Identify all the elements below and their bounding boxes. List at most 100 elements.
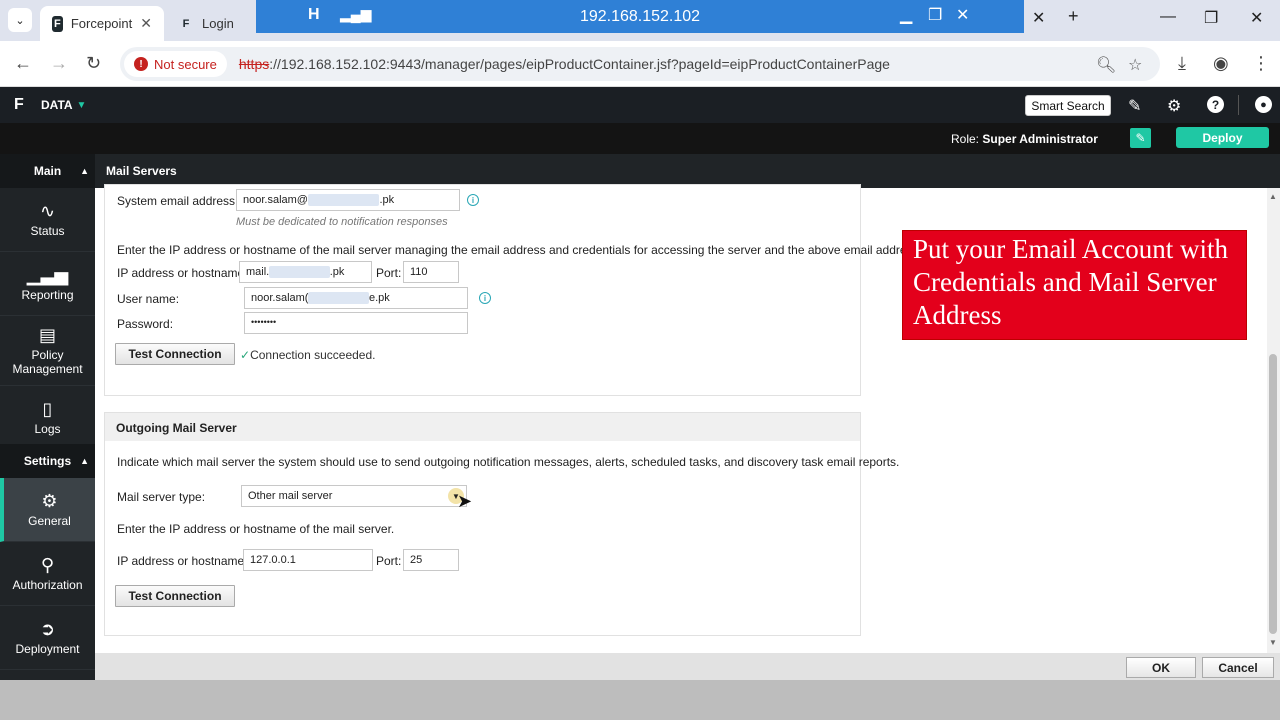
forward-icon[interactable]: →	[50, 53, 68, 74]
sidebar-section-settings[interactable]: Settings ▲	[0, 444, 95, 478]
server-type-select[interactable]: Other mail server ▼	[241, 485, 467, 507]
host-suffix: .pk	[329, 266, 345, 278]
deploy-button[interactable]: Deploy	[1176, 127, 1269, 148]
scroll-down-icon[interactable]: ▼	[1269, 638, 1277, 647]
sidebar-item-status[interactable]: ∿ Status	[0, 188, 95, 252]
sidebar: Main ▲ ∿ Status ▁▃▅ Reporting ▤ Policy Manag…	[0, 154, 95, 680]
outgoing-hint: Enter the IP address or hostname of the …	[117, 522, 395, 536]
email-prefix: noor.salam@	[243, 194, 308, 206]
back-icon[interactable]: ←	[14, 53, 32, 74]
clipboard-icon: ▯	[42, 399, 53, 419]
close-tab-icon[interactable]: ✕	[140, 15, 152, 32]
host-prefix: mail.	[246, 266, 270, 278]
minimize-window-icon[interactable]: —	[1160, 8, 1176, 26]
ok-button[interactable]: OK	[1126, 657, 1196, 678]
warning-icon: !	[134, 57, 148, 71]
outgoing-mail-panel: Outgoing Mail Server Indicate which mail…	[104, 412, 899, 636]
info-icon[interactable]: i	[479, 292, 491, 304]
profile-icon[interactable]: ◉	[1213, 53, 1229, 74]
tools-icon[interactable]: ✎	[1128, 96, 1141, 116]
tab-label: Login	[202, 16, 234, 31]
arrow-circle-icon: ➲	[39, 619, 56, 639]
gear-icon[interactable]: ⚙	[1167, 96, 1181, 116]
redacted-region: xxxxxxxxxxx	[308, 292, 369, 304]
pin-icon[interactable]: H	[308, 6, 320, 24]
connection-status: ✓Connection succeeded.	[240, 348, 375, 362]
outgoing-port-field[interactable]: 25	[403, 549, 459, 571]
reload-icon[interactable]: ↻	[86, 53, 101, 74]
address-bar[interactable]: ! Not secure https://192.168.152.102:944…	[120, 47, 1160, 81]
incoming-instructions: Enter the IP address or hostname of the …	[117, 243, 922, 257]
browser-tab-strip: ⌄ F Forcepoint ✕ F Login H ▂▄▆ 192.168.1…	[0, 0, 1280, 41]
restore-remote-icon[interactable]: ❐	[928, 5, 942, 25]
email-field[interactable]: noor.salam@xxxxxxxxxxxxx.pk	[236, 189, 460, 211]
divider	[1238, 95, 1239, 115]
outgoing-host-field[interactable]: 127.0.0.1	[243, 549, 373, 571]
module-switcher[interactable]: DATA ▼	[41, 98, 86, 112]
download-icon[interactable]: ⤓	[1178, 53, 1186, 74]
menu-icon[interactable]: ⋮	[1252, 53, 1270, 74]
tab-forcepoint[interactable]: F Forcepoint ✕	[40, 6, 164, 41]
sidebar-item-general[interactable]: ⚙ General	[0, 478, 95, 542]
zoom-icon[interactable]: 🔍︎	[1096, 55, 1116, 75]
chevron-up-icon: ▲	[80, 456, 89, 466]
help-icon[interactable]: ?	[1207, 96, 1224, 113]
sidebar-item-label: Deployment	[15, 642, 80, 656]
maximize-window-icon[interactable]: ❐	[1204, 8, 1218, 28]
new-tab-icon[interactable]: +	[1068, 6, 1079, 27]
close-tab-icon[interactable]: ✕	[1032, 8, 1045, 28]
username-field[interactable]: noor.salam(xxxxxxxxxxxe.pk	[244, 287, 468, 309]
url-protocol: https	[238, 56, 270, 72]
scroll-up-icon[interactable]: ▲	[1269, 192, 1277, 201]
incoming-mail-panel: System email address: noor.salam@xxxxxxx…	[104, 184, 922, 396]
password-label: Password:	[117, 317, 174, 331]
pending-changes-icon[interactable]: ✎	[1130, 128, 1151, 148]
not-secure-label: Not secure	[154, 56, 217, 72]
close-remote-icon[interactable]: ✕	[956, 5, 969, 25]
user-icon[interactable]: ●	[1255, 96, 1272, 113]
close-window-icon[interactable]: ✕	[1250, 8, 1263, 28]
port-label: Port:	[376, 266, 402, 280]
redacted-region: xxxxxxxxxxx	[269, 266, 330, 278]
outgoing-instructions: Indicate which mail server the system sh…	[117, 455, 900, 469]
gear-icon: ⚙	[41, 491, 58, 511]
checkmark-icon: ✓	[240, 348, 251, 362]
remote-host-title: 192.168.152.102	[579, 7, 701, 25]
minimize-remote-icon[interactable]: ▁	[900, 5, 912, 25]
sidebar-section-main[interactable]: Main ▲	[0, 154, 95, 188]
password-field[interactable]: ••••••••	[244, 312, 468, 334]
sidebar-item-authorization[interactable]: ⚲ Authorization	[0, 542, 95, 606]
outgoing-header: Outgoing Mail Server	[105, 413, 860, 441]
host-label: IP address or hostname:	[117, 266, 248, 280]
server-type-label: Mail server type:	[117, 490, 206, 504]
user-check-icon: ⚲	[40, 555, 55, 575]
email-suffix: .pk	[379, 194, 395, 206]
tab-label: Forcepoint	[70, 16, 133, 31]
sidebar-item-deployment[interactable]: ➲ Deployment	[0, 606, 95, 670]
tab-login[interactable]: F Login	[166, 6, 266, 41]
bookmark-star-icon[interactable]: ☆	[1128, 55, 1142, 75]
redacted-region: xxxxxxxxxxxxx	[307, 194, 380, 206]
smart-search-button[interactable]: Smart Search	[1025, 95, 1111, 116]
sidebar-item-policy-management[interactable]: ▤ Policy Management	[0, 316, 95, 386]
scrollbar-thumb[interactable]	[1269, 354, 1277, 634]
username-label: User name:	[117, 292, 180, 306]
mouse-cursor-icon: ➤	[457, 491, 473, 511]
remote-desktop-bar: H ▂▄▆ 192.168.152.102 ▁ ❐ ✕	[256, 0, 1024, 33]
incoming-host-field[interactable]: mail.xxxxxxxxxxx.pk	[239, 261, 372, 283]
test-connection-button[interactable]: Test Connection	[115, 343, 235, 365]
forcepoint-favicon-icon: F	[52, 15, 63, 32]
security-indicator[interactable]: ! Not secure	[124, 51, 227, 77]
tab-search-dropdown[interactable]: ⌄	[8, 8, 32, 32]
test-connection-button[interactable]: Test Connection	[115, 585, 235, 607]
sidebar-item-label: Reporting	[21, 288, 74, 302]
incoming-port-field[interactable]: 110	[403, 261, 459, 283]
info-icon[interactable]: i	[467, 194, 479, 206]
document-icon: ▤	[38, 325, 56, 345]
cancel-button[interactable]: Cancel	[1202, 657, 1274, 678]
url-text[interactable]: https://192.168.152.102:9443/manager/pag…	[239, 56, 890, 72]
sidebar-item-logs[interactable]: ▯ Logs	[0, 386, 95, 450]
sidebar-item-reporting[interactable]: ▁▃▅ Reporting	[0, 252, 95, 316]
scrollbar[interactable]: ▲ ▼	[1267, 188, 1280, 653]
port-label: Port:	[376, 554, 402, 568]
